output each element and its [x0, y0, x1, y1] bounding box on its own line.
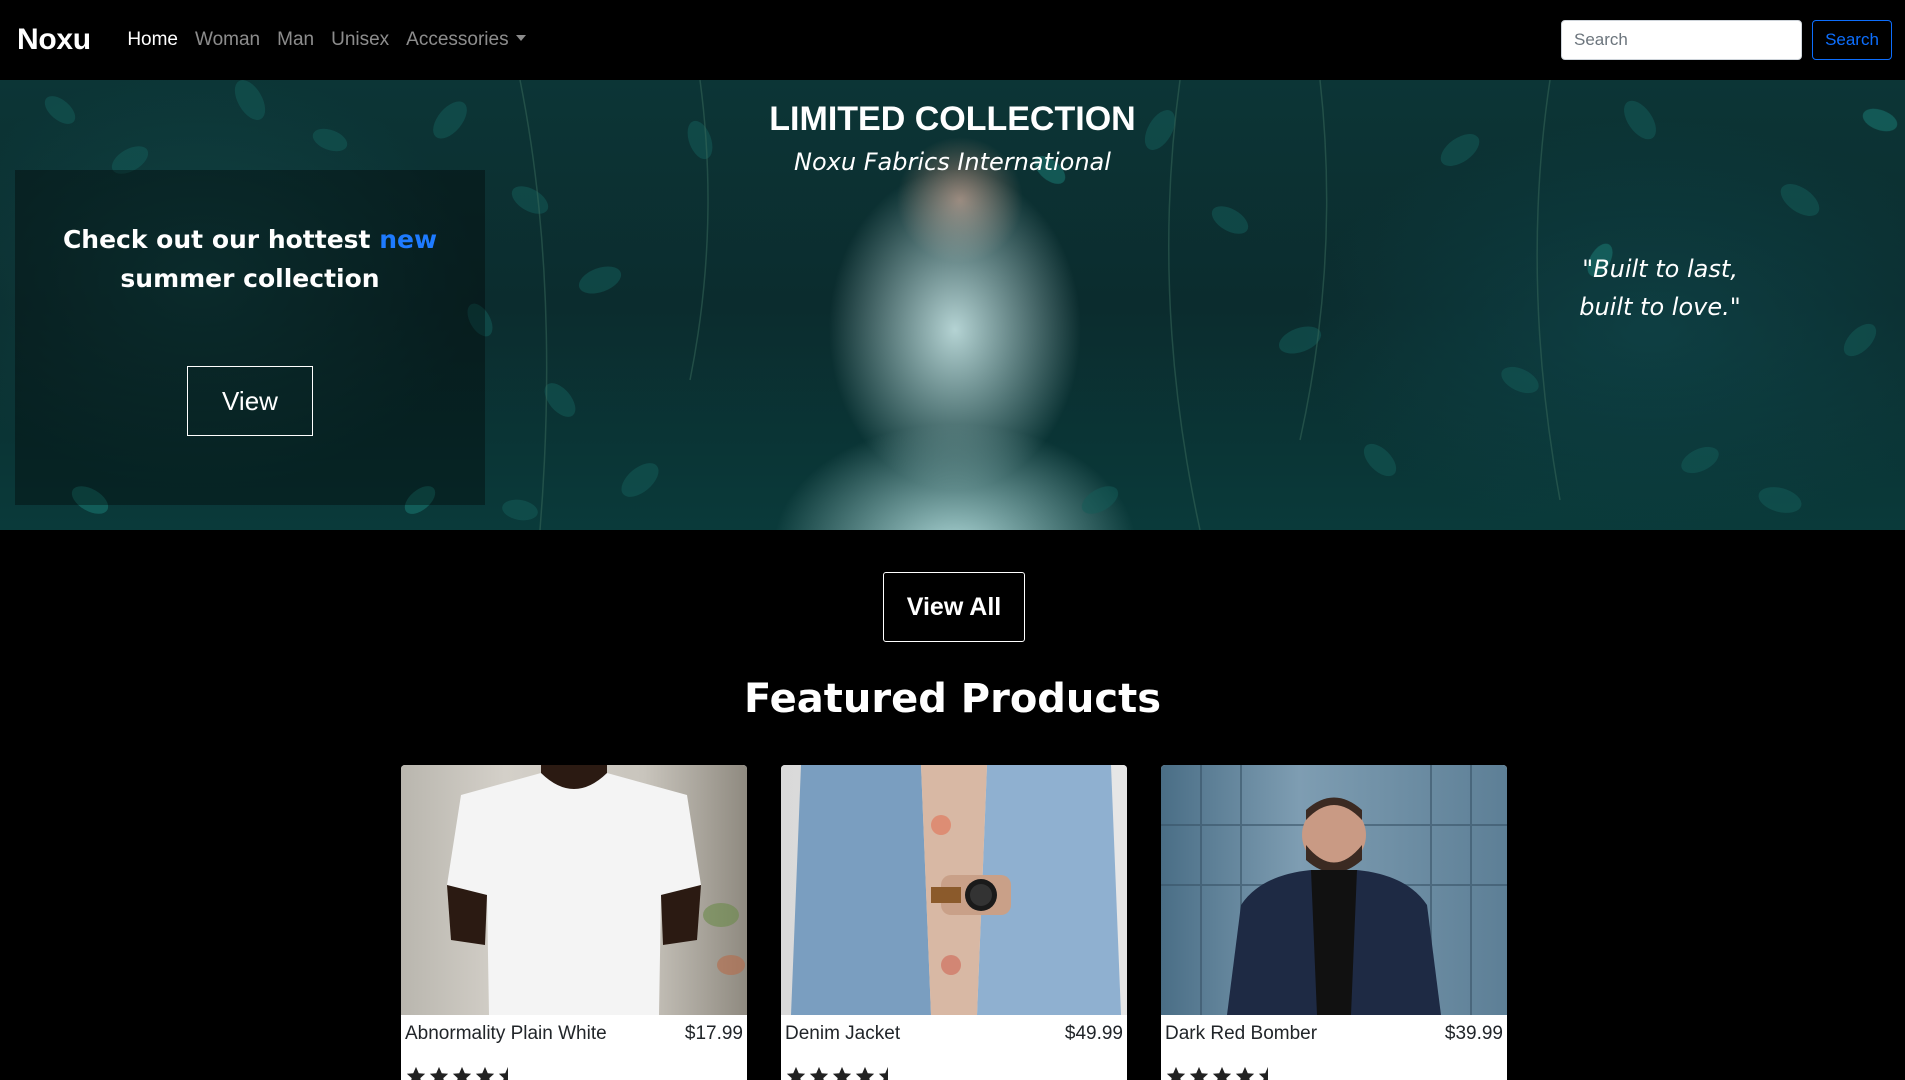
star-filled-icon — [1212, 1066, 1232, 1080]
promo-highlight-new: new — [379, 225, 438, 254]
star-filled-icon — [786, 1066, 806, 1080]
star-filled-icon — [429, 1066, 449, 1080]
promo-text: Check out our hottest new summer collect… — [15, 220, 485, 298]
product-image-dark-red-bomber[interactable] — [1161, 765, 1507, 1015]
nav-link-unisex[interactable]: Unisex — [323, 29, 398, 51]
navbar: Noxu Home Woman Man Unisex Accessories S… — [0, 0, 1905, 80]
search-input[interactable] — [1561, 20, 1802, 60]
hero-title: LIMITED COLLECTION — [769, 100, 1136, 138]
search-button[interactable]: Search — [1812, 20, 1892, 60]
product-name[interactable]: Denim Jacket — [785, 1023, 900, 1045]
nav-links: Home Woman Man Unisex Accessories — [119, 29, 534, 51]
promo-text-before: Check out our hottest — [62, 225, 380, 254]
nav-link-accessories-label: Accessories — [406, 29, 509, 50]
white-tshirt-illustration — [447, 765, 745, 1015]
promo-text-after: summer collection — [120, 264, 380, 293]
hero-quote-line2: built to love." — [1579, 293, 1741, 321]
star-filled-icon — [809, 1066, 829, 1080]
product-name[interactable]: Abnormality Plain White — [405, 1023, 607, 1045]
star-filled-icon — [1166, 1066, 1186, 1080]
product-info: Abnormality Plain White $17.99 — [401, 1015, 747, 1045]
product-info: Denim Jacket $49.99 — [781, 1015, 1127, 1045]
star-filled-icon — [1189, 1066, 1209, 1080]
star-half-icon — [1258, 1066, 1268, 1080]
product-card[interactable]: Dark Red Bomber $39.99 — [1161, 765, 1507, 1080]
product-price: $39.99 — [1444, 1023, 1503, 1044]
star-half-icon — [878, 1066, 888, 1080]
promo-box: Check out our hottest new summer collect… — [15, 170, 485, 505]
product-rating — [785, 1065, 899, 1080]
star-half-icon — [498, 1066, 508, 1080]
product-price: $49.99 — [1064, 1023, 1123, 1044]
chevron-down-icon — [515, 34, 526, 41]
star-filled-icon — [832, 1066, 852, 1080]
featured-products-heading: Featured Products — [743, 676, 1162, 722]
product-card[interactable]: Denim Jacket $49.99 — [781, 765, 1127, 1080]
star-filled-icon — [1235, 1066, 1255, 1080]
bomber-jacket-illustration — [1161, 765, 1507, 1015]
nav-link-woman[interactable]: Woman — [187, 29, 269, 51]
product-image-denim-jacket[interactable] — [781, 765, 1127, 1015]
hero-banner: LIMITED COLLECTION Noxu Fabrics Internat… — [0, 80, 1905, 530]
product-name[interactable]: Dark Red Bomber — [1165, 1023, 1317, 1045]
star-filled-icon — [452, 1066, 472, 1080]
search-form: Search — [1561, 20, 1892, 60]
view-all-button[interactable]: View All — [883, 572, 1025, 642]
star-filled-icon — [855, 1066, 875, 1080]
product-rating — [1165, 1065, 1279, 1080]
brand-logo[interactable]: Noxu — [17, 23, 91, 57]
hero-quote-line1: "Built to last, — [1582, 255, 1738, 283]
view-collection-button[interactable]: View — [187, 366, 313, 436]
product-rating — [405, 1065, 519, 1080]
product-image-white-tshirt[interactable] — [401, 765, 747, 1015]
nav-dropdown-accessories[interactable]: Accessories — [398, 29, 534, 51]
hero-quote: "Built to last, built to love." — [1560, 250, 1760, 326]
product-card[interactable]: Abnormality Plain White $17.99 — [401, 765, 747, 1080]
star-filled-icon — [475, 1066, 495, 1080]
product-info: Dark Red Bomber $39.99 — [1161, 1015, 1507, 1045]
nav-link-home[interactable]: Home — [119, 29, 187, 51]
denim-jacket-illustration — [791, 765, 1121, 1015]
product-price: $17.99 — [684, 1023, 743, 1044]
star-filled-icon — [406, 1066, 426, 1080]
nav-link-man[interactable]: Man — [269, 29, 323, 51]
